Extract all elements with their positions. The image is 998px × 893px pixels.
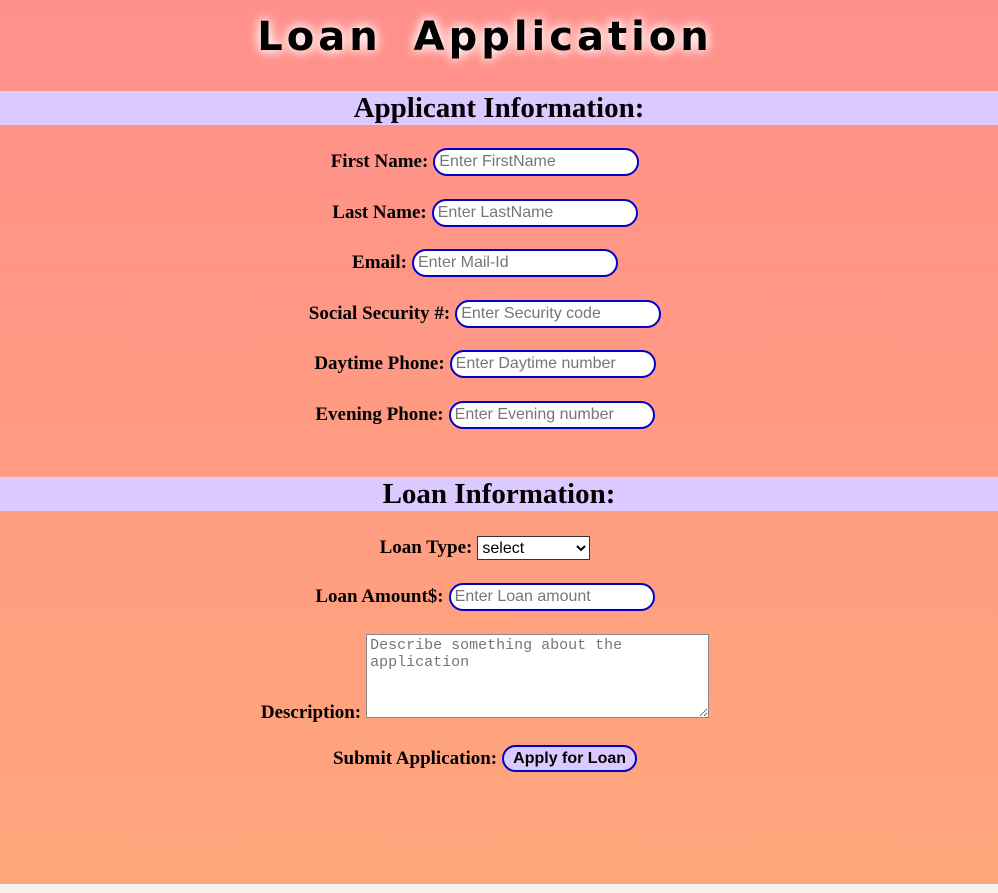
first-name-input[interactable] [433,148,640,176]
daytime-phone-label: Daytime Phone: [314,353,445,374]
apply-for-loan-button[interactable]: Apply for Loan [502,745,638,772]
loan-type-label: Loan Type: [379,537,473,558]
description-row: Description: [0,634,970,723]
page-background: Loan Application Applicant Information: … [0,0,998,884]
evening-phone-input[interactable] [448,401,655,429]
daytime-phone-row: Daytime Phone: [0,350,970,378]
ssn-row: Social Security #: [0,300,970,328]
ssn-label: Social Security #: [308,303,451,324]
submit-row: Submit Application: Apply for Loan [0,745,970,772]
last-name-label: Last Name: [332,202,427,223]
description-textarea[interactable] [366,634,710,718]
loan-amount-input[interactable] [448,583,655,611]
email-input[interactable] [411,249,618,277]
loan-amount-row: Loan Amount$: [0,583,970,611]
loan-section-heading: Loan Information: [0,477,998,511]
ssn-input[interactable] [455,300,662,328]
evening-phone-label: Evening Phone: [315,404,444,425]
loan-amount-label: Loan Amount$: [315,586,444,607]
loan-type-select[interactable]: select [477,536,591,560]
first-name-label: First Name: [330,151,429,172]
evening-phone-row: Evening Phone: [0,401,970,429]
first-name-row: First Name: [0,148,970,176]
email-row: Email: [0,249,970,277]
daytime-phone-input[interactable] [449,350,656,378]
email-label: Email: [352,252,407,273]
submit-label: Submit Application: [332,747,498,769]
page-bottom-edge [0,884,998,893]
last-name-row: Last Name: [0,199,970,227]
page-title: Loan Application [257,14,713,60]
applicant-section-heading: Applicant Information: [0,91,998,125]
last-name-input[interactable] [431,199,638,227]
description-label: Description: [260,702,362,723]
loan-type-row: Loan Type: select [0,536,970,560]
